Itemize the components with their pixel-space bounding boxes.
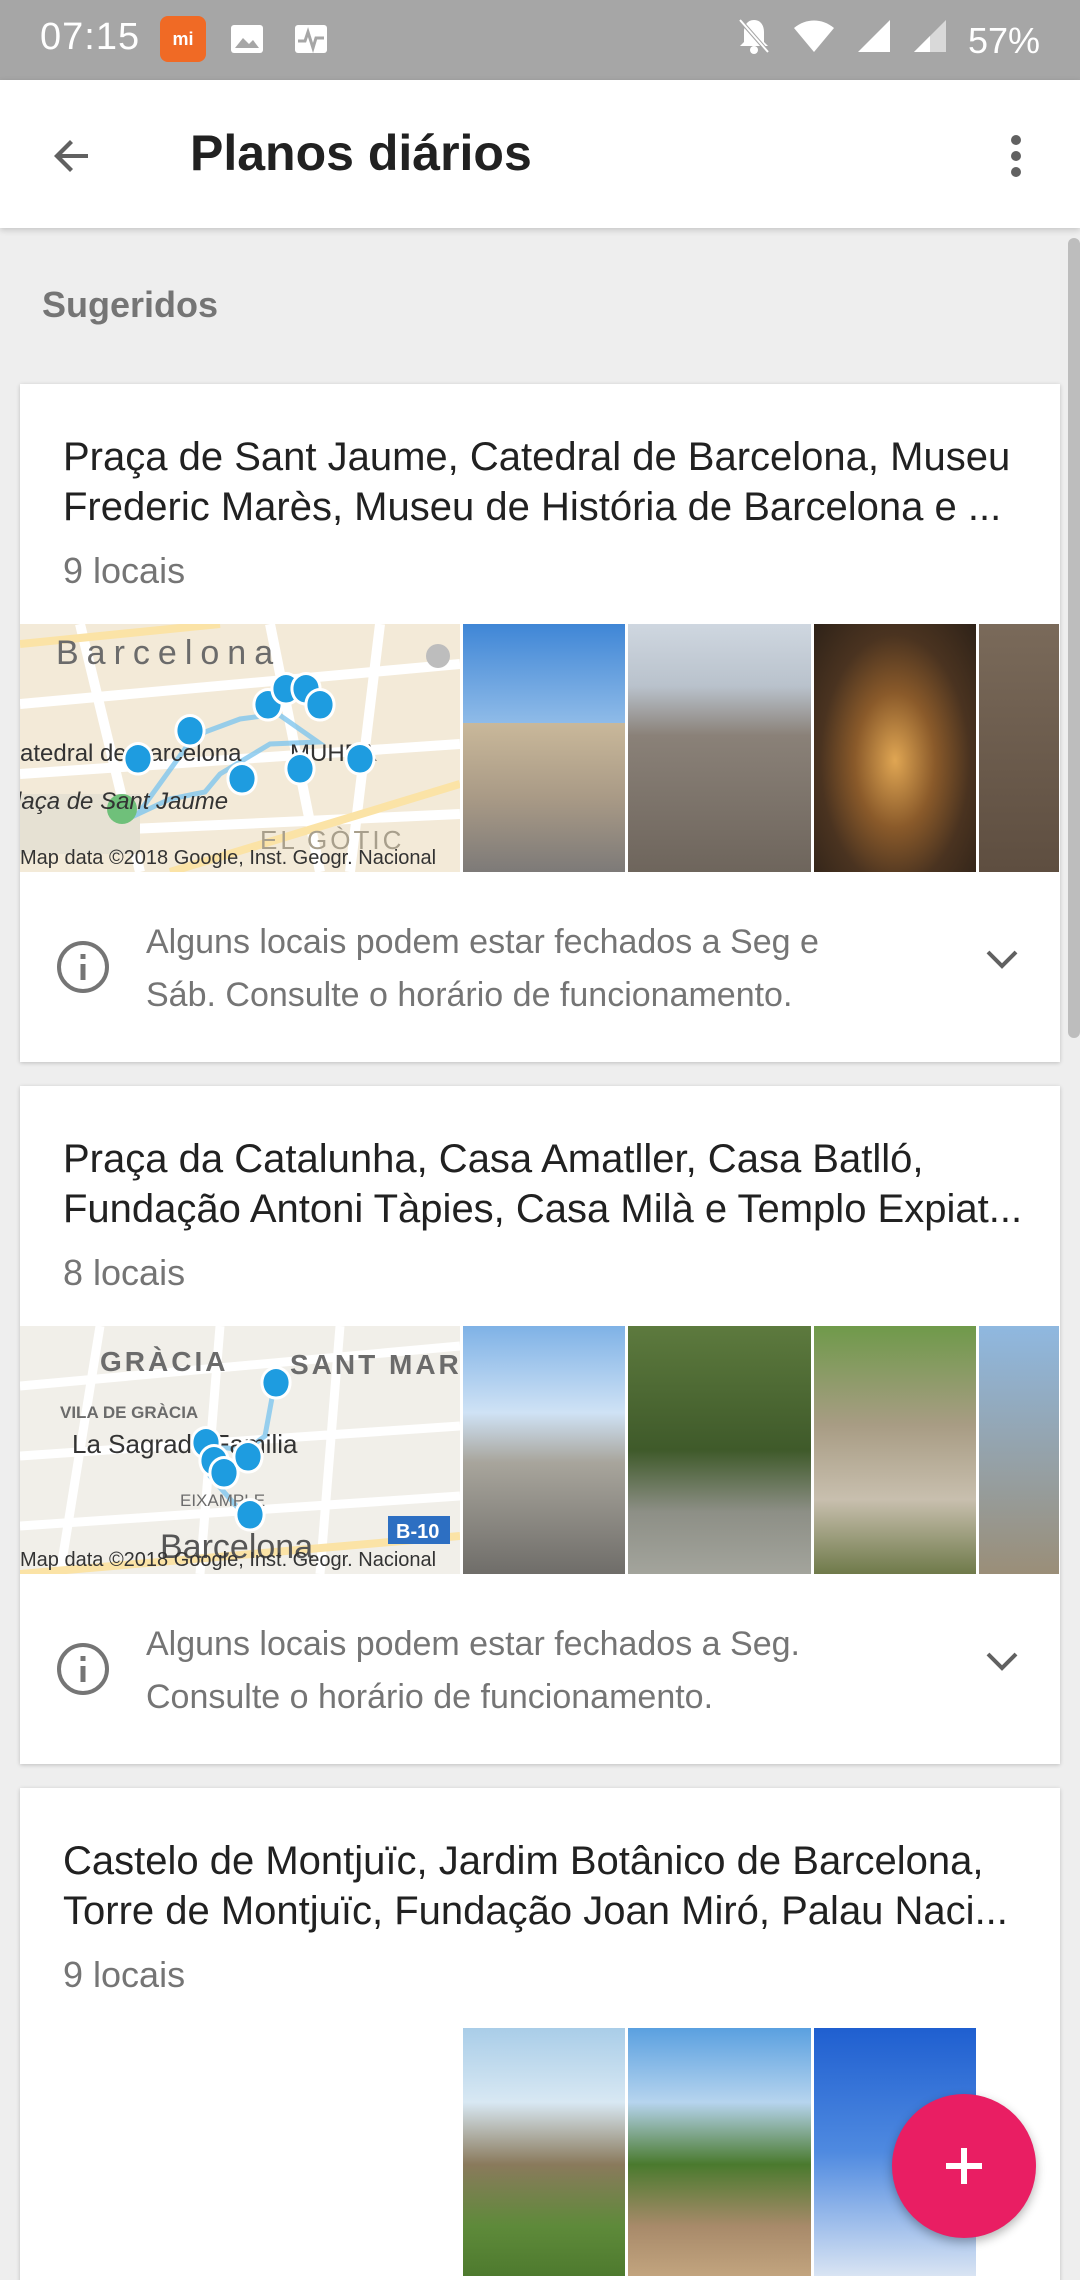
wifi-icon (792, 18, 836, 63)
back-arrow-icon (54, 140, 88, 172)
more-options-button[interactable] (992, 124, 1040, 188)
place-photo[interactable] (628, 624, 811, 872)
status-bar: 07:15 mi 57% (0, 0, 1080, 80)
map-pin (226, 762, 258, 796)
map-graphic: GRÀCIA SANT MAR VILA DE GRÀCIA La Sagrad… (20, 1326, 460, 1574)
signal-icon (856, 18, 892, 63)
map-pin (174, 714, 206, 748)
map-pin (234, 1498, 266, 1532)
place-photo[interactable] (628, 2028, 811, 2276)
image-strip[interactable]: GRÀCIA SANT MAR VILA DE GRÀCIA La Sagrad… (20, 1326, 1060, 1574)
place-count: 8 locais (63, 1252, 186, 1293)
opening-hours-notice[interactable]: Alguns locais podem estar fechados a Seg… (20, 1574, 1060, 1764)
chevron-down-icon[interactable] (984, 1650, 1020, 1674)
place-count: 9 locais (63, 550, 186, 591)
map-label: Barcelona (56, 634, 281, 672)
notice-text: Alguns locais podem estar fechados a Seg… (146, 1625, 800, 1716)
add-plan-button[interactable] (892, 2094, 1036, 2238)
chevron-down-icon[interactable] (984, 948, 1020, 972)
day-plan-card[interactable]: Praça de Sant Jaume, Catedral de Barcelo… (20, 384, 1060, 1062)
signal-2-icon (912, 18, 948, 63)
map-label: SANT MAR (290, 1349, 460, 1380)
info-icon (57, 1643, 109, 1695)
place-photo[interactable] (814, 1326, 976, 1574)
place-photo[interactable] (463, 2028, 625, 2276)
mi-app-icon: mi (160, 16, 206, 62)
map-label: La Sagrada Familia (72, 1429, 298, 1459)
back-button[interactable] (40, 124, 104, 188)
map-pin (284, 752, 316, 786)
opening-hours-notice[interactable]: Alguns locais podem estar fechados a Seg… (20, 872, 1060, 1062)
route-map[interactable]: GRÀCIA SANT MAR VILA DE GRÀCIA La Sagrad… (20, 1326, 460, 1574)
plans-list[interactable]: Sugeridos Praça de Sant Jaume, Catedral … (0, 228, 1080, 2280)
place-photo[interactable] (979, 1326, 1059, 1574)
scrollbar[interactable] (1068, 238, 1080, 1038)
map-pin (260, 1366, 292, 1400)
map-credit: Map data ©2018 Google, Inst. Geogr. Naci… (20, 847, 437, 869)
plus-icon (946, 2148, 982, 2184)
map-pin (304, 688, 336, 722)
gallery-icon (224, 16, 270, 62)
place-photo[interactable] (463, 1326, 625, 1574)
card-title: Castelo de Montjuïc, Jardim Botânico de … (63, 1839, 1008, 1933)
map-pin (122, 742, 154, 776)
map-pin (344, 742, 376, 776)
place-photo[interactable] (979, 624, 1059, 872)
map-credit: Map data ©2018 Google, Inst. Geogr. Naci… (20, 1549, 437, 1571)
app-bar: Planos diários (0, 80, 1080, 228)
mute-icon (736, 16, 772, 65)
place-photo[interactable] (463, 624, 625, 872)
map-label: VILA DE GRÀCIA (60, 1403, 198, 1422)
day-plan-card[interactable]: Praça da Catalunha, Casa Amatller, Casa … (20, 1086, 1060, 1764)
map-label: GRÀCIA (100, 1346, 228, 1377)
notice-text: Alguns locais podem estar fechados a Seg… (146, 923, 819, 1014)
battery-level: 57% (967, 19, 1040, 61)
map-graphic: Barcelona atedral de Barcelona MUHBA Pla… (20, 624, 460, 872)
card-title: Praça da Catalunha, Casa Amatller, Casa … (63, 1137, 1023, 1231)
more-vert-icon (1011, 135, 1021, 177)
map-label: Plaça de Sant Jaume (20, 788, 228, 815)
route-map[interactable] (20, 2028, 460, 2276)
place-count: 9 locais (63, 1954, 186, 1995)
route-map[interactable]: Barcelona atedral de Barcelona MUHBA Pla… (20, 624, 460, 872)
place-photo[interactable] (628, 1326, 811, 1574)
place-photo[interactable] (814, 624, 976, 872)
activity-icon (288, 16, 334, 62)
status-time: 07:15 (40, 16, 141, 58)
image-strip[interactable]: Barcelona atedral de Barcelona MUHBA Pla… (20, 624, 1060, 872)
road-label: B-10 (396, 1521, 439, 1543)
info-icon (57, 941, 109, 993)
section-title-suggested: Sugeridos (42, 284, 219, 325)
page-title: Planos diários (190, 125, 532, 181)
map-pin (232, 1440, 264, 1474)
card-title: Praça de Sant Jaume, Catedral de Barcelo… (63, 435, 1011, 529)
